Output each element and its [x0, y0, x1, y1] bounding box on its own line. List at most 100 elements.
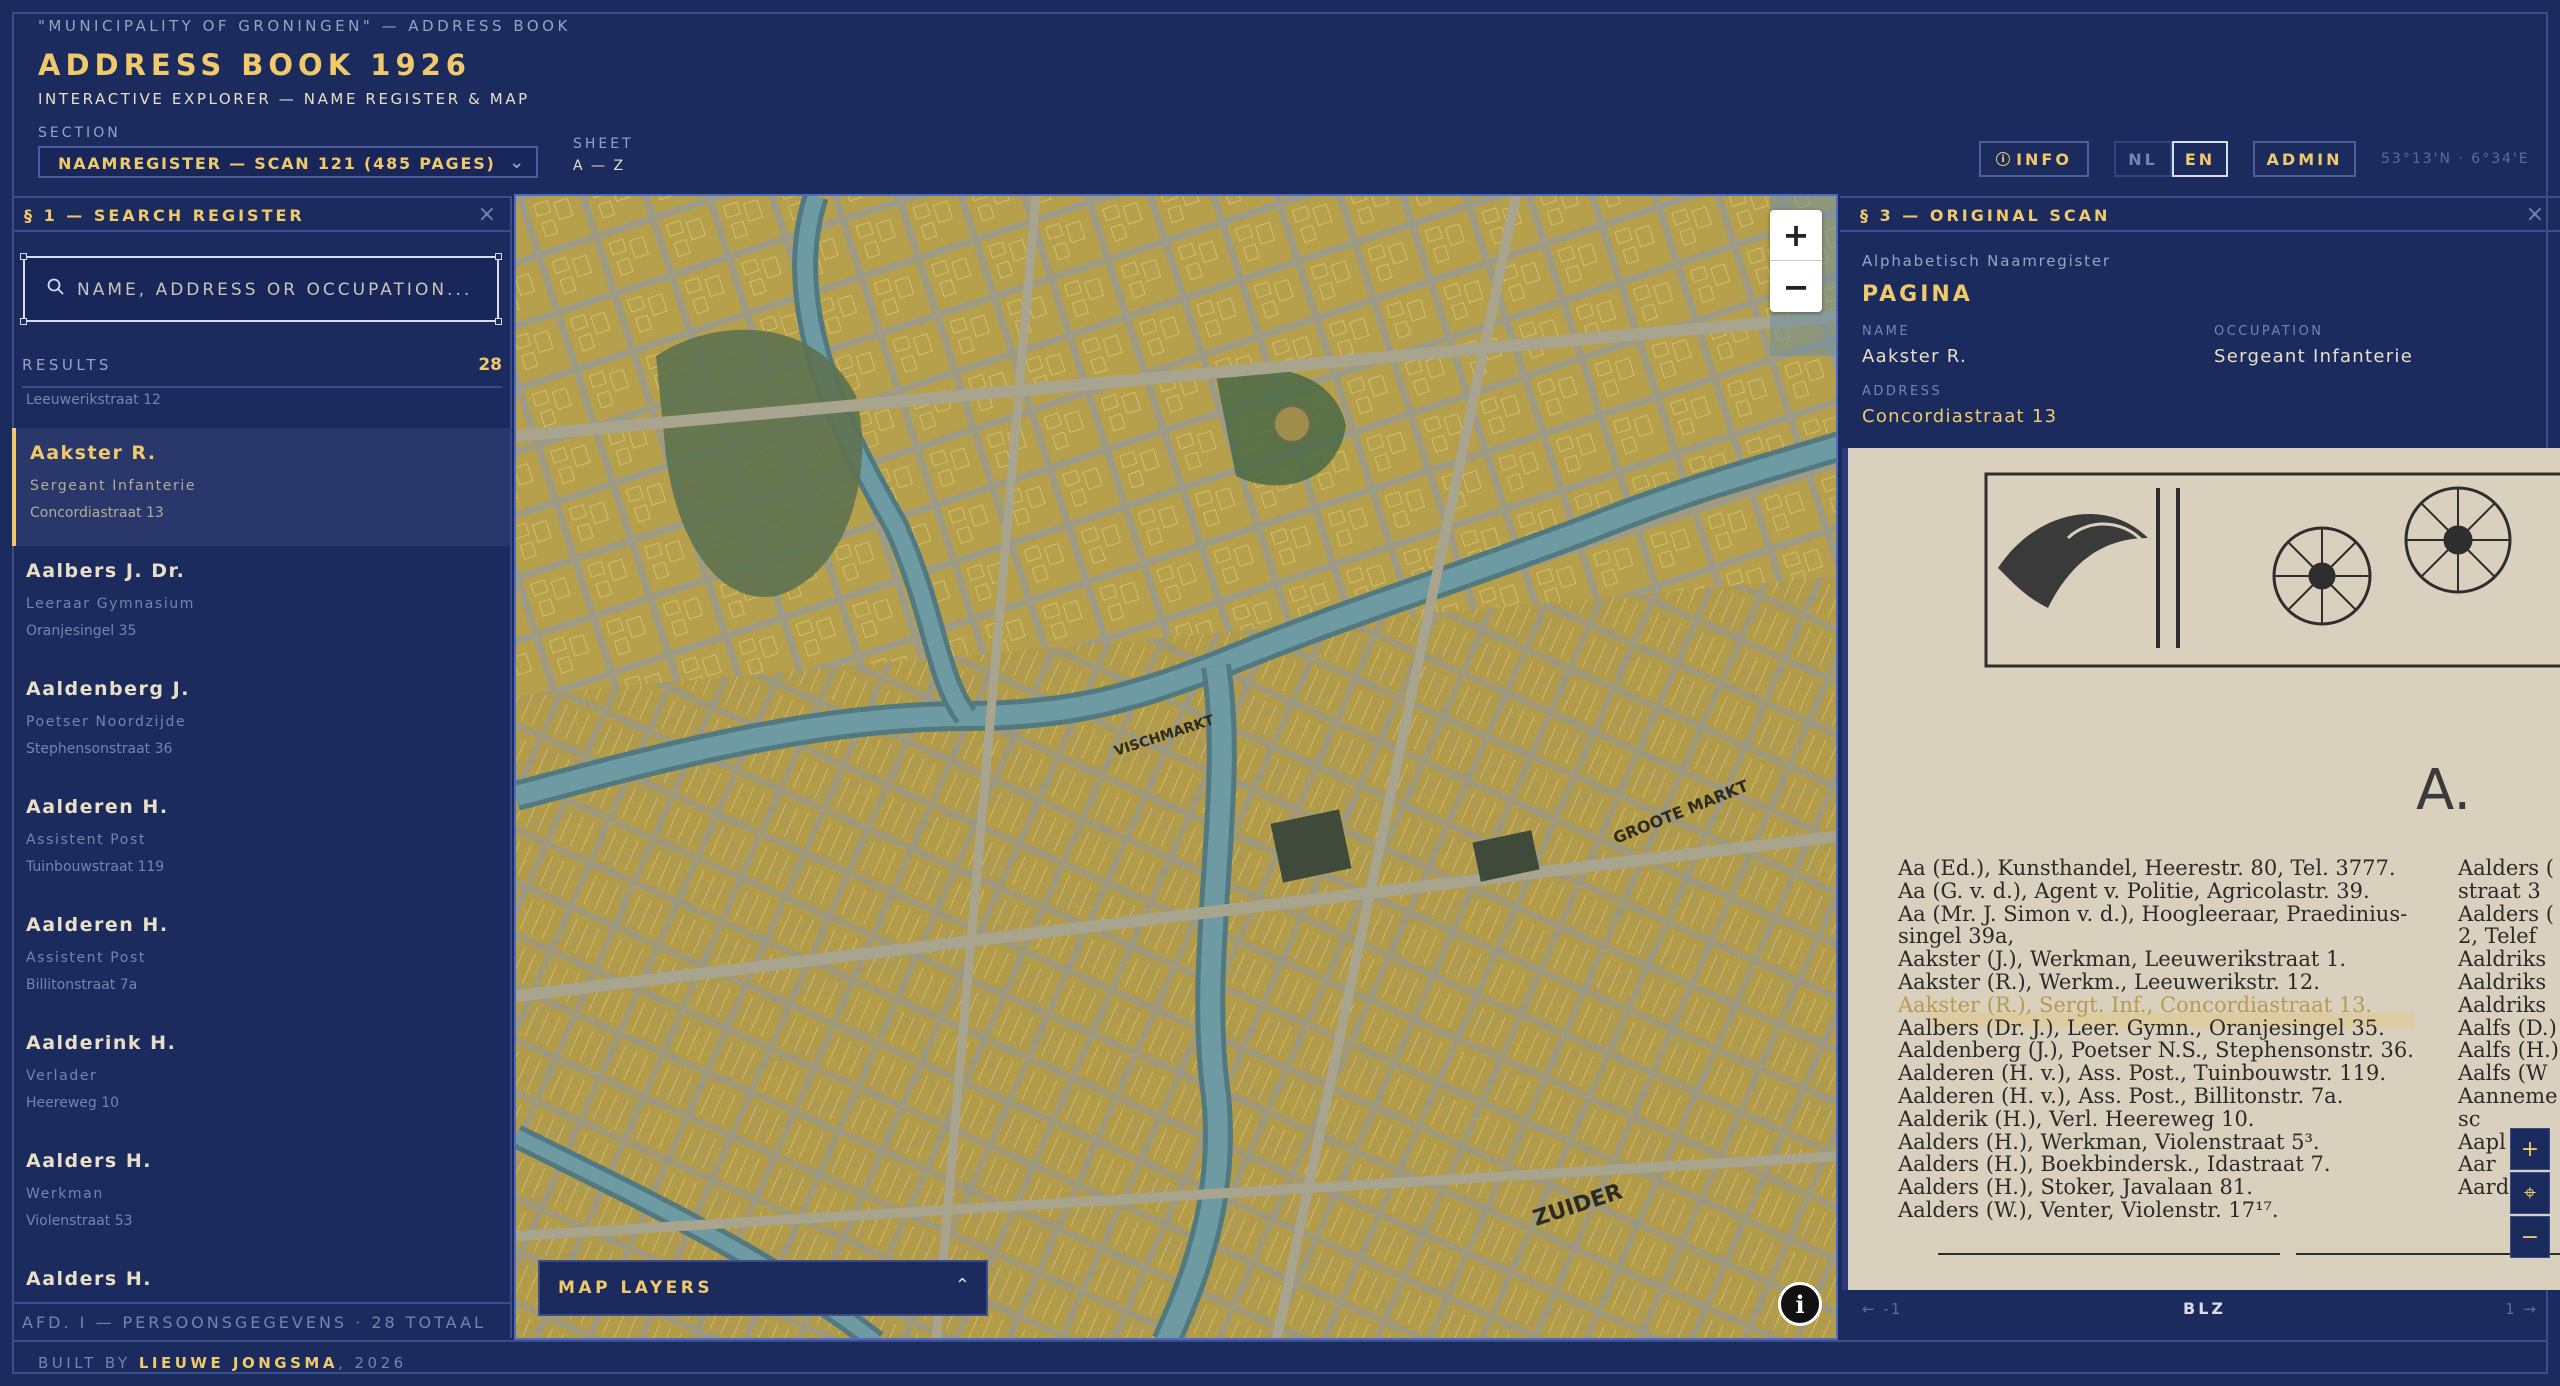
name-label: NAME: [1862, 324, 1911, 339]
language-nl-button[interactable]: NL: [2114, 141, 2172, 177]
search-input[interactable]: [77, 276, 487, 304]
results-list[interactable]: Leeuwerikstraat 12 Aakster R. Sergeant I…: [12, 392, 510, 1302]
app-header: "MUNICIPALITY OF GRONINGEN" — ADDRESS BO…: [0, 0, 2560, 194]
scan-entry-line-right: Aalders (: [2458, 901, 2554, 926]
scan-image[interactable]: A. Aa (Ed.), Kunsthandel, Heerestr. 80, …: [1842, 448, 2560, 1290]
scan-entry-line: Aalbers (Dr. J.), Leer. Gymn., Oranjesin…: [1898, 1015, 2385, 1040]
scan-entry-line: Aalderik (H.), Verl. Heereweg 10.: [1898, 1106, 2255, 1131]
list-item[interactable]: Aalderen H. Assistent Post Tuinbouwstraa…: [12, 782, 510, 900]
list-item[interactable]: Aalders H.: [12, 1254, 510, 1302]
list-item-occupation: Verlader: [26, 1068, 98, 1084]
search-panel-header: § 1 — SEARCH REGISTER ×: [12, 196, 510, 232]
list-item-name: Aakster R.: [30, 442, 157, 464]
name-value: Aakster R.: [1862, 346, 1967, 367]
scan-pagination: ← -1 BLZ 1 →: [1840, 1290, 2560, 1330]
map-layers-toggle[interactable]: MAP LAYERS ⌃: [538, 1260, 988, 1316]
scan-page-title: PAGINA: [1862, 282, 1973, 307]
scan-entry-line: Aaldenberg (J.), Poetser N.S., Stephenso…: [1898, 1038, 2414, 1063]
scan-entry-line-right: 2, Telef: [2458, 924, 2537, 949]
close-icon[interactable]: ×: [2526, 202, 2544, 227]
sheet-label: SHEET: [573, 136, 634, 152]
list-item-name: Aalders H.: [26, 1268, 152, 1290]
list-item-address: Heereweg 10: [26, 1095, 120, 1111]
map-view[interactable]: GROOTE MARKT ZUIDER VISCHMARKT + − MAP L…: [514, 194, 1838, 1340]
list-item-occupation: Assistent Post: [26, 950, 146, 966]
search-icon: [47, 278, 64, 295]
list-item-name: Aalderink H.: [26, 1032, 177, 1054]
list-item-occupation: Leeraar Gymnasium: [26, 596, 196, 612]
previous-page-button[interactable]: ← -1: [1862, 1300, 1902, 1318]
scan-entry-line-right: Aapl: [2458, 1129, 2506, 1154]
list-item[interactable]: Aakster R. Sergeant Infanterie Concordia…: [12, 428, 510, 546]
scan-entry-line-right: sc: [2458, 1106, 2481, 1131]
scan-entry-line-right: Aalfs (W: [2458, 1061, 2548, 1086]
credit-author-link[interactable]: LIEUWE JONGSMA: [139, 1354, 338, 1372]
search-corner-handle: [20, 318, 27, 325]
next-page-button[interactable]: 1 →: [2505, 1300, 2538, 1318]
scan-entry-line: Aakster (R.), Sergt. Inf., Concordiastra…: [1898, 992, 2373, 1017]
language-en-button[interactable]: EN: [2172, 141, 2228, 177]
map-canvas[interactable]: GROOTE MARKT ZUIDER VISCHMARKT: [516, 196, 1838, 1340]
zoom-in-button[interactable]: +: [1770, 210, 1822, 261]
list-item[interactable]: Aalderink H. Verlader Heereweg 10: [12, 1018, 510, 1136]
list-item[interactable]: Aalbers J. Dr. Leeraar Gymnasium Oranjes…: [12, 546, 510, 664]
scan-entry-line-right: straat 3: [2458, 878, 2541, 903]
results-header: RESULTS 28: [22, 355, 502, 388]
chevron-down-icon: ⌄: [509, 152, 526, 173]
list-item[interactable]: Aaldenberg J. Poetser Noordzijde Stephen…: [12, 664, 510, 782]
results-count: 28: [478, 355, 502, 375]
map-attribution-info-icon[interactable]: i: [1778, 1282, 1822, 1326]
section-select[interactable]: NAAMREGISTER — SCAN 121 (485 PAGES) ⌄: [38, 146, 538, 178]
scan-entry-line-right: Aaldriks: [2458, 970, 2547, 994]
list-item-address: Violenstraat 53: [26, 1213, 133, 1229]
scan-zoom-out-button[interactable]: −: [2510, 1216, 2550, 1258]
scan-panel: § 3 — ORIGINAL SCAN × Alphabetisch Naamr…: [1840, 196, 2560, 1338]
scan-entry-line: Aalderen (H. v.), Ass. Post., Tuinbouwst…: [1898, 1061, 2387, 1086]
scan-entry-line: Aalders (H.), Stoker, Javalaan 81.: [1898, 1175, 2253, 1200]
scan-zoom-center-button[interactable]: ⌖: [2510, 1172, 2550, 1214]
list-item[interactable]: Aalders H. Werkman Violenstraat 53: [12, 1136, 510, 1254]
list-item-name: Aaldenberg J.: [26, 678, 190, 700]
search-panel: § 1 — SEARCH REGISTER × RESULTS 28 Leeuw…: [12, 196, 512, 1338]
list-item-address: Stephensonstraat 36: [26, 741, 173, 757]
list-item-address: Billitonstraat 7a: [26, 977, 138, 993]
app-title: ADDRESS BOOK 1926: [38, 48, 471, 82]
info-button[interactable]: i INFO: [1979, 141, 2089, 177]
list-item-address: Tuinbouwstraat 119: [26, 859, 165, 875]
scan-kicker: Alphabetisch Naamregister: [1862, 252, 2111, 270]
list-item[interactable]: Aalderen H. Assistent Post Billitonstraa…: [12, 900, 510, 1018]
search-panel-title: § 1 — SEARCH REGISTER: [24, 206, 305, 225]
scan-entry-line: Aalders (H.), Werkman, Violenstraat 5³.: [1898, 1129, 2320, 1154]
list-item-occupation: Assistent Post: [26, 832, 146, 848]
scan-zoom-in-button[interactable]: +: [2510, 1128, 2550, 1170]
scan-entry-line: Aalders (H.), Boekbindersk., Idastraat 7…: [1898, 1152, 2331, 1177]
list-item-occupation: Sergeant Infanterie: [30, 478, 197, 494]
list-item-occupation: Poetser Noordzijde: [26, 714, 187, 730]
list-item-partial: Leeuwerikstraat 12: [26, 392, 161, 408]
list-item-address: Concordiastraat 13: [30, 505, 164, 521]
occupation-value: Sergeant Infanterie: [2214, 346, 2414, 367]
list-item-name: Aalderen H.: [26, 914, 169, 936]
close-icon[interactable]: ×: [478, 202, 496, 227]
chevron-up-icon: ⌃: [954, 1275, 970, 1296]
address-label: ADDRESS: [1862, 384, 1943, 399]
scan-entry-line-right: Aalfs (D.): [2458, 1015, 2557, 1040]
scan-entry-line: Aa (Mr. J. Simon v. d.), Hoogleeraar, Pr…: [1898, 901, 2408, 926]
scan-entry-line-right: Aanneme: [2458, 1084, 2558, 1108]
scan-entry-line-right: Aard: [2458, 1175, 2510, 1200]
zoom-out-button[interactable]: −: [1770, 261, 1822, 312]
scan-panel-header: § 3 — ORIGINAL SCAN ×: [1840, 196, 2560, 232]
scan-entry-line: Aalders (W.), Venter, Violenstr. 17¹⁷.: [1898, 1198, 2279, 1222]
list-item-name: Aalbers J. Dr.: [26, 560, 186, 582]
sheet-value: A — Z: [573, 158, 626, 174]
scan-section-letter: A.: [2416, 758, 2472, 823]
search-panel-footer-text: AFD. I — PERSOONSGEGEVENS · 28 TOTAAL: [22, 1313, 486, 1332]
search-corner-handle: [495, 318, 502, 325]
list-item-address: Oranjesingel 35: [26, 623, 137, 639]
results-label: RESULTS: [22, 356, 112, 374]
coordinates-readout: 53°13'N · 6°34'E: [2381, 151, 2530, 167]
occupation-label: OCCUPATION: [2214, 324, 2324, 339]
scan-entry-line: Aa (Ed.), Kunsthandel, Heerestr. 80, Tel…: [1898, 856, 2396, 880]
info-icon: i: [1996, 152, 2011, 166]
admin-button[interactable]: ADMIN: [2253, 141, 2356, 177]
